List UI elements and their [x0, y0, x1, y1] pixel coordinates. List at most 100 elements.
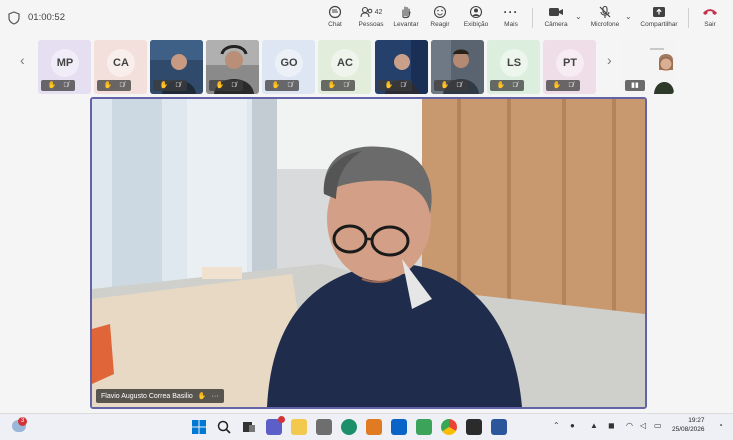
people-label: Pessoas	[358, 21, 384, 28]
speaker-name-label: Flavio Augusto Correa Basilio ✋ ···	[96, 389, 224, 403]
participant-video-tile[interactable]: ✋ 🎙̸	[431, 40, 484, 94]
meeting-top-bar: 01:00:52 Chat 42 Pessoas Levantar Reagir…	[0, 0, 733, 37]
sticky-notes-icon[interactable]	[466, 419, 482, 435]
microphone-muted-icon	[599, 5, 611, 18]
share-button[interactable]: Compartilhar	[638, 4, 680, 34]
meeting-timer: 01:00:52	[28, 12, 65, 23]
leave-button[interactable]: Sair	[698, 4, 722, 34]
more-options-icon[interactable]: ···	[212, 393, 219, 400]
teams-tray-icon[interactable]: ●	[570, 421, 575, 430]
main-speaker-video[interactable]: Flavio Augusto Correa Basilio ✋ ···	[90, 97, 647, 409]
microphone-options-chevron-icon[interactable]: ⌄	[625, 12, 632, 21]
hand-icon: ✋	[271, 82, 281, 89]
camera-label: Câmera	[544, 21, 568, 28]
battery-icon[interactable]: ▭	[654, 421, 662, 430]
tile-status-badge: ✋ 🎙̸	[97, 80, 131, 91]
tile-status-badge: ✋ 🎙̸	[546, 80, 580, 91]
avatar-initials: LS	[506, 57, 522, 69]
tile-status-badge: ✋ 🎙̸	[209, 80, 243, 91]
outlook-icon[interactable]	[391, 419, 407, 435]
tile-status-badge: ✋ 🎙̸	[378, 80, 412, 91]
tile-status-badge: ✋ 🎙̸	[321, 80, 355, 91]
participant-tile[interactable]: PT ✋ 🎙̸	[543, 40, 596, 94]
avatar: LS	[500, 49, 528, 77]
react-button[interactable]: Reagir	[428, 4, 452, 34]
volume-icon[interactable]: ◁	[640, 421, 646, 430]
self-video-tile[interactable]: ▮▮	[622, 40, 674, 94]
hand-icon: ✋	[552, 82, 562, 89]
tile-status-badge: ✋ 🎙̸	[265, 80, 299, 91]
camera-icon	[549, 8, 563, 16]
toolbar-divider-2	[688, 8, 689, 28]
avatar-initials: MP	[56, 57, 74, 69]
self-signal-badge: ▮▮	[625, 80, 645, 91]
chat-button[interactable]: Chat	[323, 4, 347, 34]
avatar-initials: AC	[337, 57, 353, 69]
hand-icon	[402, 6, 411, 19]
windows-start-icon[interactable]	[191, 419, 207, 435]
participant-video-tile[interactable]: ✋ 🎙̸	[206, 40, 259, 94]
participant-video-tile[interactable]: ✋ 🎙̸	[375, 40, 428, 94]
mic-off-icon: 🎙̸	[400, 82, 406, 89]
camera-button[interactable]: Câmera	[542, 4, 570, 34]
app-icon[interactable]	[366, 419, 382, 435]
teams-icon[interactable]	[266, 416, 285, 435]
participant-tile[interactable]: AC ✋ 🎙̸	[318, 40, 371, 94]
mic-off-icon: 🎙̸	[512, 82, 518, 89]
hang-up-icon	[703, 9, 717, 15]
tile-status-badge: ✋ 🎙̸	[490, 80, 524, 91]
edge-icon[interactable]	[341, 419, 357, 435]
chat-icon	[328, 5, 342, 19]
avatar: GO	[275, 49, 303, 77]
more-label: Mais	[504, 21, 518, 28]
chrome-icon[interactable]	[441, 419, 457, 435]
avatar: AC	[331, 49, 359, 77]
mic-off-icon: 🎙̸	[231, 82, 237, 89]
avatar-initials: GO	[280, 57, 298, 69]
avatar-initials: CA	[113, 57, 129, 69]
wifi-icon[interactable]: ◠	[626, 421, 633, 430]
camera-options-chevron-icon[interactable]: ⌄	[575, 12, 582, 21]
teams-badge-icon	[278, 416, 285, 423]
strip-next-arrow-icon[interactable]: ›	[607, 52, 612, 68]
mic-off-icon: 🎙̸	[456, 82, 462, 89]
participant-tile[interactable]: MP ✋ 🎙̸	[38, 40, 91, 94]
mic-off-icon: 🎙̸	[287, 82, 293, 89]
more-button[interactable]: ··· Mais	[500, 4, 522, 34]
clock-time: 19:27	[688, 417, 705, 424]
share-label: Compartilhar	[640, 21, 678, 28]
participant-tile[interactable]: CA ✋ 🎙̸	[94, 40, 147, 94]
participant-video-tile[interactable]: ✋ 🎙̸	[150, 40, 203, 94]
raise-hand-button[interactable]: Levantar	[392, 4, 420, 34]
share-icon	[653, 7, 665, 17]
mic-off-icon: 🎙̸	[119, 82, 125, 89]
hand-icon: ✋	[440, 82, 450, 89]
app-icon-2[interactable]	[416, 419, 432, 435]
avatar: MP	[51, 49, 79, 77]
view-button[interactable]: Exibição	[462, 4, 490, 34]
search-icon[interactable]	[216, 419, 232, 435]
microphone-button[interactable]: Microfone	[588, 4, 622, 34]
system-clock[interactable]: 19:27 25/08/2026	[672, 416, 705, 434]
participant-tile[interactable]: GO ✋ 🎙̸	[262, 40, 315, 94]
shield-icon	[8, 11, 20, 25]
tray-app-icon-2[interactable]: ◼	[608, 421, 615, 430]
strip-prev-arrow-icon[interactable]: ‹	[20, 52, 25, 68]
hand-icon: ✋	[103, 82, 113, 89]
mic-off-icon: 🎙̸	[175, 82, 181, 89]
calculator-icon[interactable]	[316, 419, 332, 435]
participant-tile[interactable]: LS ✋ 🎙̸	[487, 40, 540, 94]
people-count: 42	[374, 8, 383, 16]
word-icon[interactable]	[491, 419, 507, 435]
more-icon: ···	[503, 5, 519, 19]
people-button[interactable]: 42 Pessoas	[356, 4, 386, 34]
tile-status-badge: ✋ 🎙̸	[153, 80, 187, 91]
task-view-icon[interactable]	[241, 419, 257, 435]
leave-label: Sair	[704, 21, 716, 28]
tray-chevron-icon[interactable]: ⌃	[553, 421, 560, 430]
file-explorer-icon[interactable]	[291, 419, 307, 435]
tray-app-icon[interactable]: ▲	[590, 421, 598, 430]
notifications-bell-icon[interactable]: ◔	[718, 421, 723, 430]
windows-taskbar: 3 ⌃ ● ▲ ◼ ◠ ◁ ▭ ◔	[0, 413, 733, 440]
hand-icon: ✋	[47, 82, 57, 89]
